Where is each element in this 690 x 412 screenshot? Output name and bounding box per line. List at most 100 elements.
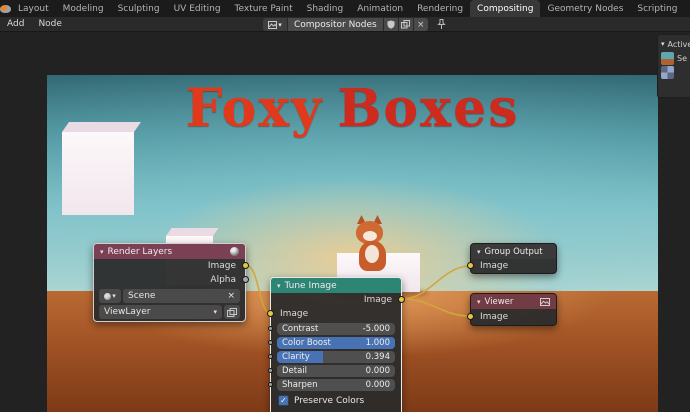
chevron-down-icon: ▾ — [278, 21, 282, 29]
white-cube-small-top — [166, 228, 219, 236]
blender-menu-button[interactable] — [0, 0, 11, 17]
tab-layout[interactable]: Layout — [11, 0, 56, 17]
duplicate-icon — [401, 20, 410, 29]
browse-scene-button[interactable]: ▾ — [99, 289, 121, 303]
unlink-node-tree-button[interactable]: × — [414, 18, 428, 31]
render-title-text: FoxyBoxes — [47, 83, 658, 135]
tab-uv-editing[interactable]: UV Editing — [167, 0, 228, 17]
clear-scene-icon[interactable]: × — [227, 291, 235, 301]
view-layer-dropdown[interactable]: ViewLayer ▾ — [99, 305, 222, 319]
node-render-layers-header[interactable]: ▾ Render Layers — [94, 244, 245, 259]
node-title: Render Layers — [108, 247, 173, 257]
checkbox-label: Preserve Colors — [294, 396, 364, 406]
collapse-icon[interactable]: ▾ — [100, 248, 104, 256]
panel-item-label: Se — [677, 54, 687, 63]
browse-node-tree-button[interactable]: ▾ — [263, 18, 287, 31]
white-cube-large-top — [62, 122, 141, 132]
collapse-icon[interactable]: ▾ — [277, 282, 281, 290]
scene-field[interactable]: Scene × — [123, 289, 240, 303]
panel-title: Active — [668, 40, 690, 49]
output-label: Image — [208, 261, 236, 271]
chevron-down-icon: ▾ — [661, 40, 665, 48]
param-sharpen[interactable]: Sharpen 0.000 — [277, 379, 395, 391]
output-row-alpha: Alpha — [94, 273, 245, 287]
check-icon: ✓ — [280, 396, 287, 405]
socket-image-input[interactable] — [467, 313, 474, 320]
scene-row: ▾ Scene × — [99, 289, 240, 303]
node-title: Tune Image — [285, 281, 337, 291]
input-label: Image — [480, 261, 508, 271]
blender-window: Layout Modeling Sculpting UV Editing Tex… — [0, 0, 690, 412]
socket-image-input[interactable] — [467, 262, 474, 269]
fox-chest — [365, 245, 379, 263]
node-editor-canvas[interactable]: FoxyBoxes ▾ Render Layers — [0, 32, 690, 412]
node-tune-image[interactable]: ▾ Tune Image Image Image Contrast -5.000 — [270, 277, 402, 412]
node-render-layers[interactable]: ▾ Render Layers Image Alpha ▾ Scene — [93, 243, 246, 322]
new-node-tree-button[interactable] — [399, 18, 413, 31]
input-row-image: Image — [471, 309, 556, 325]
panel-header-active[interactable]: ▾ Active — [661, 37, 690, 51]
socket-color-boost-input[interactable] — [268, 340, 273, 345]
socket-contrast-input[interactable] — [268, 326, 273, 331]
param-value: -5.000 — [363, 324, 390, 334]
param-contrast[interactable]: Contrast -5.000 — [277, 323, 395, 335]
tab-geometry-nodes[interactable]: Geometry Nodes — [540, 0, 630, 17]
node-menu[interactable]: Node — [31, 19, 69, 29]
add-menu[interactable]: Add — [0, 19, 31, 29]
node-group-output-header[interactable]: ▾ Group Output — [471, 244, 556, 259]
socket-detail-input[interactable] — [268, 368, 273, 373]
tab-rendering[interactable]: Rendering — [410, 0, 470, 17]
socket-sharpen-input[interactable] — [268, 382, 273, 387]
param-value: 0.000 — [366, 366, 390, 376]
blender-logo-icon — [0, 5, 11, 13]
tab-animation[interactable]: Animation — [350, 0, 410, 17]
white-cube-large — [62, 132, 134, 215]
render-single-layer-button[interactable] — [224, 305, 240, 319]
input-row-image: Image — [471, 259, 556, 273]
render-title-word2: Boxes — [337, 78, 519, 139]
pin-button[interactable] — [437, 19, 446, 30]
tab-sculpting[interactable]: Sculpting — [111, 0, 167, 17]
add-workspace-button[interactable]: + — [684, 0, 690, 17]
node-tree-name-field[interactable]: Compositor Nodes — [288, 18, 383, 31]
socket-alpha-output[interactable] — [242, 276, 249, 283]
node-viewer[interactable]: ▾ Viewer Image — [470, 293, 557, 326]
tab-shading[interactable]: Shading — [300, 0, 351, 17]
viewer-image-icon — [540, 298, 550, 306]
preserve-colors-checkbox[interactable]: ✓ — [278, 395, 289, 406]
scene-name: Scene — [128, 291, 155, 301]
node-title: Group Output — [485, 247, 543, 257]
node-tree-selector: ▾ Compositor Nodes × — [263, 18, 446, 31]
socket-image-output[interactable] — [242, 262, 249, 269]
sidebar-active-panel[interactable]: ▾ Active Se — [657, 34, 690, 98]
collapse-icon[interactable]: ▾ — [477, 248, 481, 256]
compositor-header: Add Node ▾ Compositor Nodes — [0, 17, 690, 32]
preserve-colors-row: ✓ Preserve Colors — [278, 395, 394, 406]
socket-image-input[interactable] — [267, 310, 274, 317]
tab-modeling[interactable]: Modeling — [56, 0, 111, 17]
render-title-word1: Foxy — [186, 78, 324, 139]
node-viewer-header[interactable]: ▾ Viewer — [471, 294, 556, 309]
output-row-image: Image — [94, 259, 245, 273]
tab-texture-paint[interactable]: Texture Paint — [228, 0, 300, 17]
param-clarity[interactable]: Clarity 0.394 — [277, 351, 395, 363]
node-group-output[interactable]: ▾ Group Output Image — [470, 243, 557, 274]
param-color-boost[interactable]: Color Boost 1.000 — [277, 337, 395, 349]
fake-user-button[interactable] — [384, 18, 398, 31]
topbar: Layout Modeling Sculpting UV Editing Tex… — [0, 0, 690, 17]
socket-clarity-input[interactable] — [268, 354, 273, 359]
tab-scripting[interactable]: Scripting — [630, 0, 684, 17]
pin-icon — [437, 19, 446, 30]
collapse-icon[interactable]: ▾ — [477, 298, 481, 306]
param-value: 1.000 — [366, 338, 390, 348]
panel-item-thumbnail[interactable]: Se — [661, 51, 690, 65]
output-label: Image — [364, 295, 392, 305]
shield-icon — [387, 20, 395, 29]
param-label: Clarity — [282, 352, 310, 362]
tab-compositing[interactable]: Compositing — [470, 0, 540, 17]
param-label: Color Boost — [282, 338, 331, 348]
param-detail[interactable]: Detail 0.000 — [277, 365, 395, 377]
socket-image-output[interactable] — [398, 296, 405, 303]
panel-item-checker[interactable] — [661, 65, 690, 79]
node-tune-image-header[interactable]: ▾ Tune Image — [271, 278, 401, 293]
